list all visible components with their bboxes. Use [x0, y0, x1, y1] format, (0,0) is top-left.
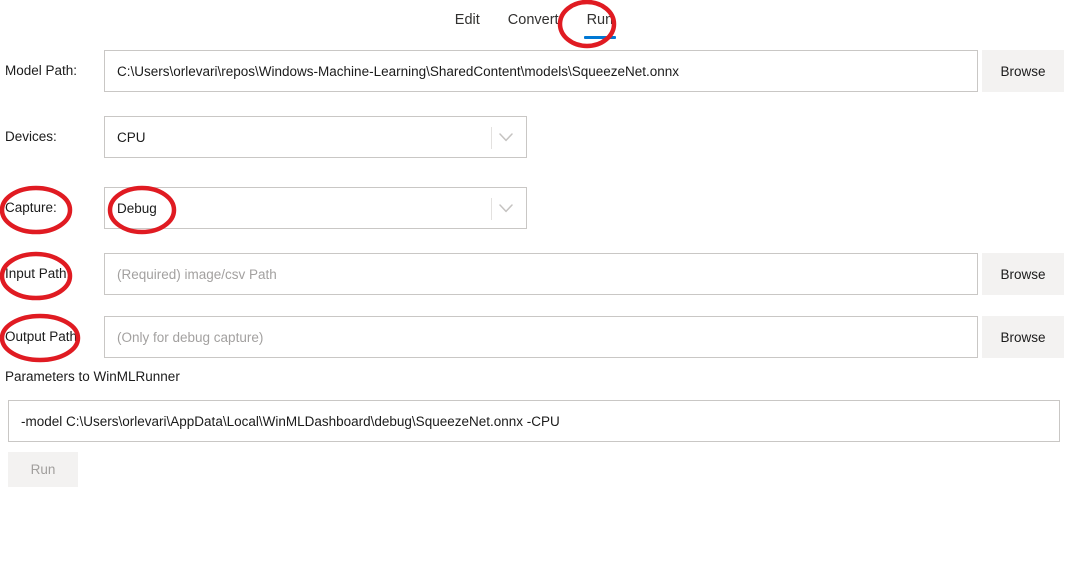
model-path-input[interactable]: C:\Users\orlevari\repos\Windows-Machine-… — [104, 50, 978, 92]
parameters-label: Parameters to WinMLRunner — [5, 369, 180, 384]
tab-run-label: Run — [586, 12, 614, 28]
tab-bar: Edit Convert Run — [0, 0, 1068, 42]
tab-edit-label: Edit — [454, 12, 480, 28]
tab-convert[interactable]: Convert — [494, 0, 573, 29]
model-path-label: Model Path: — [5, 63, 78, 78]
input-path-browse-button[interactable]: Browse — [982, 253, 1064, 295]
model-path-browse-button[interactable]: Browse — [982, 50, 1064, 92]
capture-label: Capture: — [5, 200, 57, 215]
model-path-row: Model Path: C:\Users\orlevari\repos\Wind… — [0, 50, 1068, 92]
tab-run[interactable]: Run — [573, 0, 628, 39]
run-button[interactable]: Run — [8, 452, 78, 487]
output-path-label: Output Path: — [5, 329, 81, 344]
chevron-down-icon[interactable] — [497, 117, 515, 157]
devices-label: Devices: — [5, 129, 57, 144]
input-path-label: Input Path: — [5, 266, 71, 281]
capture-row: Capture: Debug — [0, 187, 1068, 229]
tab-convert-label: Convert — [507, 12, 559, 28]
capture-selected-value: Debug — [117, 200, 157, 216]
tab-edit[interactable]: Edit — [441, 0, 494, 29]
dropdown-divider — [491, 127, 492, 149]
capture-dropdown[interactable]: Debug — [104, 187, 527, 229]
parameters-input[interactable]: -model C:\Users\orlevari\AppData\Local\W… — [8, 400, 1060, 442]
devices-dropdown[interactable]: CPU — [104, 116, 527, 158]
chevron-down-icon[interactable] — [497, 188, 515, 228]
output-path-browse-button[interactable]: Browse — [982, 316, 1064, 358]
output-path-row: Output Path: (Only for debug capture) Br… — [0, 316, 1068, 358]
tab-active-underline — [583, 36, 617, 39]
input-path-input[interactable]: (Required) image/csv Path — [104, 253, 978, 295]
input-path-row: Input Path: (Required) image/csv Path Br… — [0, 253, 1068, 295]
devices-row: Devices: CPU — [0, 116, 1068, 158]
devices-selected-value: CPU — [117, 129, 146, 145]
dropdown-divider — [491, 198, 492, 220]
output-path-input[interactable]: (Only for debug capture) — [104, 316, 978, 358]
